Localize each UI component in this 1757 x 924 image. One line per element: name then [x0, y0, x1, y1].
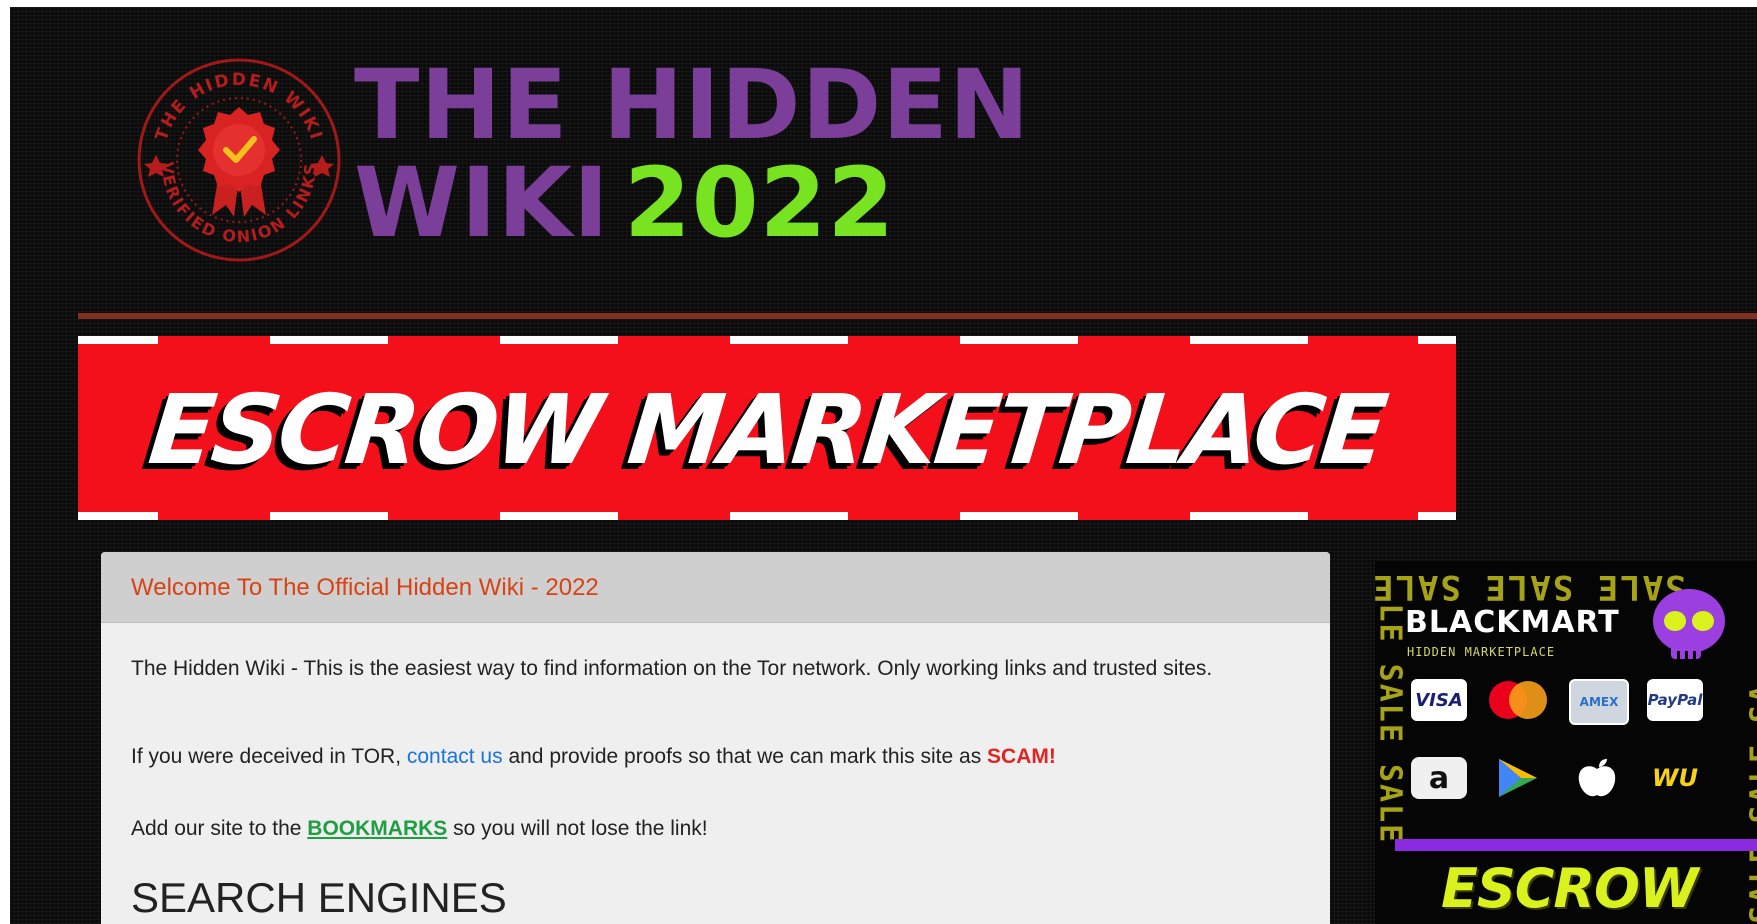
- western-union-icon: WU: [1652, 764, 1698, 792]
- blackmart-ad[interactable]: SALE SALE SALE LE SALE SALE SALE SALE SA…: [1375, 561, 1757, 924]
- amex-icon: AMEX: [1569, 679, 1629, 725]
- payment-row-1: VISA AMEX PayPal: [1411, 679, 1711, 725]
- amazon-icon: a: [1411, 757, 1467, 799]
- paypal-icon: PayPal: [1647, 679, 1703, 721]
- panel-header: Welcome To The Official Hidden Wiki - 20…: [101, 552, 1330, 623]
- ad-escrow-text: ESCROW: [1441, 857, 1698, 920]
- site-title-year: 2022: [624, 147, 896, 259]
- bookmark-prefix: Add our site to the: [131, 817, 302, 840]
- banner-dashes-top: [78, 336, 1456, 344]
- welcome-panel: Welcome To The Official Hidden Wiki - 20…: [101, 552, 1330, 924]
- ad-sale-top-text: SALE SALE SALE: [1375, 567, 1686, 607]
- ad-purple-bar: [1395, 839, 1757, 851]
- ad-sale-right-text: SALE SALE SA: [1744, 682, 1757, 924]
- badge-icon: [198, 107, 280, 192]
- ad-sale-left-text: LE SALE SALE: [1375, 603, 1408, 845]
- scam-label: SCAM!: [987, 745, 1056, 768]
- banner-text: ESCROW MARKETPLACE: [144, 374, 1390, 486]
- escrow-marketplace-banner[interactable]: ESCROW MARKETPLACE: [78, 336, 1456, 520]
- search-engines-heading: SEARCH ENGINES: [131, 874, 507, 921]
- deceived-paragraph: If you were deceived in TOR, contact us …: [131, 741, 1281, 773]
- page-background: THE HIDDEN WIKI VERIFIED ONION LINKS THE…: [10, 7, 1757, 924]
- skull-icon: [1653, 589, 1725, 659]
- deceived-suffix: and provide proofs so that we can mark t…: [508, 745, 982, 768]
- ad-subtitle: HIDDEN MARKETPLACE: [1407, 645, 1556, 659]
- bookmark-suffix: so you will not lose the link!: [453, 817, 708, 840]
- contact-us-link[interactable]: contact us: [407, 745, 503, 768]
- apple-icon: [1578, 759, 1616, 797]
- banner-dashes-bottom: [78, 512, 1456, 520]
- payment-row-2: a WU: [1411, 757, 1711, 803]
- google-play-icon: [1499, 759, 1537, 797]
- mastercard-icon: [1489, 681, 1547, 719]
- verified-seal-logo[interactable]: THE HIDDEN WIKI VERIFIED ONION LINKS: [134, 55, 344, 265]
- header-divider: [78, 313, 1757, 319]
- bookmarks-link[interactable]: BOOKMARKS: [307, 817, 447, 840]
- deceived-prefix: If you were deceived in TOR,: [131, 745, 402, 768]
- bookmark-paragraph: Add our site to the BOOKMARKS so you wil…: [131, 813, 1281, 845]
- site-title-line2: WIKI: [354, 147, 610, 259]
- panel-title: Welcome To The Official Hidden Wiki - 20…: [131, 574, 599, 601]
- site-title-line1: THE HIDDEN: [354, 49, 1031, 161]
- intro-paragraph: The Hidden Wiki - This is the easiest wa…: [131, 657, 1213, 680]
- visa-icon: VISA: [1411, 679, 1467, 721]
- ad-brand: BLACKMART: [1405, 605, 1620, 640]
